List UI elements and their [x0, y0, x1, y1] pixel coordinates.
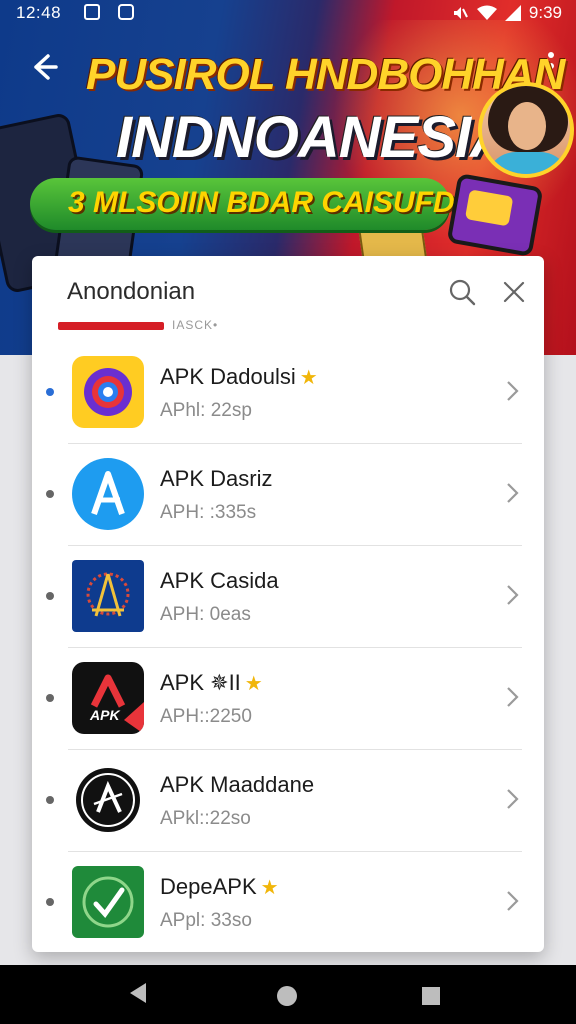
list-item[interactable]: APK APK ✵II ★ APH::2250	[32, 648, 544, 750]
app-version: APH: :335s	[160, 502, 257, 523]
wifi-icon	[476, 5, 497, 20]
star-icon: ★	[299, 367, 318, 389]
close-icon[interactable]	[500, 278, 528, 306]
app-icon-maaddane	[72, 764, 144, 836]
banner-title-line1: PUSIROL HNDBOHHAN	[86, 50, 565, 99]
app-name: APK Casida	[160, 568, 279, 593]
back-arrow-icon[interactable]	[26, 50, 60, 84]
banner-ribbon: 3 MLSOIIN BDAR CAISUFDRA!	[30, 178, 508, 230]
app-version: APH: 0eas	[160, 604, 251, 625]
chevron-right-icon	[507, 381, 519, 401]
status-dot	[46, 898, 54, 906]
app-name: DepeAPK ★	[160, 874, 279, 899]
home-nav-icon[interactable]	[276, 985, 298, 1007]
app-version: APkl::22so	[160, 808, 251, 829]
app-icon-casida	[72, 560, 144, 632]
status-time: 12:48	[16, 3, 62, 22]
banner-phone-illustration	[446, 173, 544, 257]
app-icon-apk: APK	[72, 662, 144, 734]
status-dot	[46, 694, 54, 702]
recents-nav-icon[interactable]	[422, 987, 440, 1005]
app-icon-dadoulsi	[72, 356, 144, 428]
app-version: APpl: 33so	[160, 910, 252, 931]
signal-icon	[504, 5, 521, 21]
chevron-right-icon	[507, 687, 519, 707]
list-item[interactable]: APK Dasriz APH: :335s	[32, 444, 544, 546]
list-item[interactable]: APK Casida APH: 0eas	[32, 546, 544, 648]
chevron-right-icon	[507, 789, 519, 809]
banner-title-line2: INDNOANESIA	[116, 105, 512, 170]
chevron-right-icon	[507, 585, 519, 605]
list-item[interactable]: DepeAPK ★ APpl: 33so	[32, 852, 544, 952]
app-icon-dasriz	[72, 458, 144, 530]
banner-ribbon-text: 3 MLSOIIN BDAR CAISUFDRA!	[68, 186, 508, 219]
status-dot	[46, 388, 54, 396]
scrolled-item-peek	[58, 322, 164, 330]
dialog-title: Anondonian	[67, 278, 196, 305]
list-item[interactable]: APK Maaddane APkl::22so	[32, 750, 544, 852]
star-icon: ★	[244, 673, 263, 695]
app-icon-depeapk	[72, 866, 144, 938]
notification-icon	[84, 4, 100, 20]
status-dot	[46, 490, 54, 498]
promo-avatar	[478, 82, 574, 178]
status-dot	[46, 592, 54, 600]
app-version: APhl: 22sp	[160, 400, 252, 421]
notification-icon	[118, 4, 134, 20]
search-icon[interactable]	[448, 278, 476, 306]
app-name: APK ✵II ★	[160, 670, 263, 695]
list-item[interactable]: APK Dadoulsi ★ APhl: 22sp	[32, 342, 544, 444]
chevron-right-icon	[507, 483, 519, 503]
status-bar: 12:48 9:39	[0, 0, 576, 26]
chevron-right-icon	[507, 891, 519, 911]
app-name: APK Dasriz	[160, 466, 273, 491]
navigation-bar	[0, 965, 576, 1024]
app-picker-dialog: Anondonian IASCK• APK Dadoulsi ★ APhl: 22…	[32, 256, 544, 952]
app-version: APH::2250	[160, 706, 252, 727]
mute-icon	[453, 7, 468, 19]
scrolled-item-peek-text: IASCK•	[172, 318, 219, 332]
back-nav-icon[interactable]	[126, 981, 148, 1005]
star-icon: ★	[260, 877, 279, 899]
dialog-header: Anondonian	[32, 256, 544, 326]
app-name: APK Dadoulsi ★	[160, 364, 318, 389]
status-clock: 9:39	[528, 3, 562, 22]
status-dot	[46, 796, 54, 804]
app-name: APK Maaddane	[160, 772, 315, 797]
apk-logo-text: APK	[89, 707, 120, 723]
